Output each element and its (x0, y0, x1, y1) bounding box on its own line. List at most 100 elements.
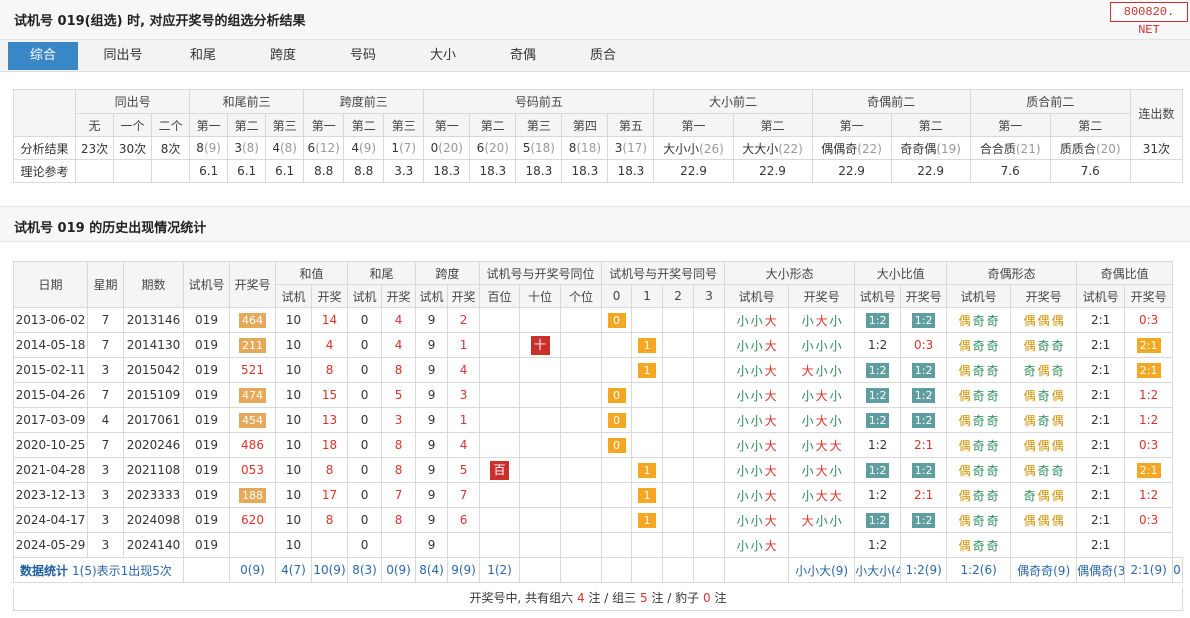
pattern-char: 偶 (958, 363, 971, 378)
table-cell: 13 (310, 407, 349, 433)
tab-odd-even[interactable]: 奇偶 (488, 42, 558, 70)
odd-even-pattern: 奇偶偶 (1023, 489, 1065, 503)
table-cell (900, 532, 948, 558)
same-position-badge: 百 (490, 460, 510, 480)
table-cell: 9 (415, 532, 449, 558)
stats-cell: 0(9) (381, 557, 417, 583)
tab-sum-tail[interactable]: 和尾 (168, 42, 238, 70)
table-cell: 2023-12-13 (13, 482, 88, 508)
table-cell: 9 (415, 482, 449, 508)
result-value: 奇奇偶 (900, 141, 937, 156)
big-small-ratio: 1:2 (911, 387, 936, 403)
table-cell: 小大大 (788, 432, 856, 458)
sub-header: 二个 (151, 113, 191, 137)
tab-big-small[interactable]: 大小 (408, 42, 478, 70)
result-count: (18) (530, 141, 555, 155)
pattern-char: 大 (829, 438, 842, 453)
column-header: 星期 (87, 261, 124, 308)
pattern-char: 奇 (1051, 363, 1064, 378)
same-number-badge: 0 (607, 412, 626, 428)
pattern-char: 大 (764, 463, 777, 478)
table-cell: 1:2 (1124, 382, 1174, 408)
odd-even-ratio: 1:2 (1138, 413, 1159, 427)
odd-even-ratio: 2:1 (1090, 438, 1111, 452)
table-cell: 10 (275, 507, 312, 533)
table-cell (479, 357, 521, 383)
table-cell: 9 (415, 382, 449, 408)
table-cell (693, 457, 726, 483)
result-cell: 1(7) (383, 136, 425, 160)
big-small-pattern: 大小小 (801, 364, 843, 378)
pattern-char: 奇 (972, 413, 985, 428)
pattern-char: 小 (736, 363, 749, 378)
table-cell: 4 (381, 307, 417, 333)
pattern-char: 大 (815, 488, 828, 503)
big-small-pattern: 大小小 (801, 514, 843, 528)
draw-value: 17 (321, 488, 338, 502)
result-count: (12) (315, 141, 340, 155)
table-cell: 2024-04-17 (13, 507, 88, 533)
table-row: 2024-04-17 3 2024098 019 620 10 8 0 8 9 6 1 小小大大小小 1:… (13, 507, 1183, 533)
table-cell: 019 (183, 532, 230, 558)
site-logo[interactable]: 800820. NET (1110, 2, 1188, 37)
table-cell: 4 (310, 332, 349, 358)
table-cell: 15 (310, 382, 349, 408)
pattern-char: 小 (750, 513, 763, 528)
tab-number[interactable]: 号码 (328, 42, 398, 70)
sub-header: 第三 (515, 113, 563, 137)
pattern-char: 偶 (958, 313, 971, 328)
pattern-char: 奇 (972, 488, 985, 503)
theory-cell: 7.6 (969, 159, 1051, 183)
table-cell: 1:2 (854, 332, 902, 358)
theory-cell: 7.6 (1049, 159, 1131, 183)
tab-same-out[interactable]: 同出号 (88, 42, 158, 70)
table-cell: 2021-04-28 (13, 457, 88, 483)
odd-even-pattern: 偶奇奇 (958, 539, 1000, 553)
table-cell: 10 (275, 407, 312, 433)
table-cell: 521 (229, 357, 276, 383)
table-cell (479, 307, 521, 333)
odd-even-ratio: 0:3 (1138, 313, 1159, 327)
pattern-char: 大 (801, 513, 814, 528)
same-number-badge: 0 (607, 437, 626, 453)
pattern-char: 奇 (1037, 338, 1050, 353)
odd-even-pattern: 偶奇奇 (958, 364, 1000, 378)
table-cell: 小小大 (724, 407, 790, 433)
table-cell: 0 (347, 532, 383, 558)
table-cell: 2023333 (123, 482, 184, 508)
pattern-char: 大 (829, 488, 842, 503)
table-cell (662, 332, 695, 358)
sub-header: 第一 (653, 113, 734, 137)
draw-number: 521 (241, 363, 264, 377)
big-small-pattern: 小小大 (736, 489, 778, 503)
tab-overview[interactable]: 综合 (8, 42, 78, 70)
table-cell: 10 (275, 332, 312, 358)
table-cell: 2014-05-18 (13, 332, 88, 358)
table-cell: 019 (183, 357, 230, 383)
big-small-ratio: 1:2 (867, 538, 888, 552)
table-cell: 1:2 (900, 507, 948, 533)
sub-header: 第一 (189, 113, 229, 137)
stats-cell (183, 557, 230, 583)
table-cell: 9 (415, 457, 449, 483)
tab-prime-composite[interactable]: 质合 (568, 42, 638, 70)
odd-even-ratio: 0:3 (1138, 513, 1159, 527)
sub-header: 第二 (1049, 113, 1131, 137)
tab-span[interactable]: 跨度 (248, 42, 318, 70)
odd-even-pattern: 偶奇奇 (958, 414, 1000, 428)
odd-even-ratio: 2:1 (1090, 488, 1111, 502)
column-header: 大小比值 (854, 261, 948, 285)
big-small-ratio: 1:2 (865, 312, 890, 328)
table-cell (519, 307, 562, 333)
result-value: 4 (351, 141, 360, 155)
table-cell (662, 407, 695, 433)
table-cell: 2014130 (123, 332, 184, 358)
pattern-char: 偶 (1051, 413, 1064, 428)
draw-value: 5 (459, 463, 468, 477)
pattern-char: 小 (801, 338, 814, 353)
table-cell: 9 (415, 432, 449, 458)
table-cell: 2:1 (1076, 507, 1126, 533)
theory-cell: 22.9 (811, 159, 892, 183)
draw-value: 8 (325, 463, 334, 477)
corner-cell (12, 89, 77, 137)
